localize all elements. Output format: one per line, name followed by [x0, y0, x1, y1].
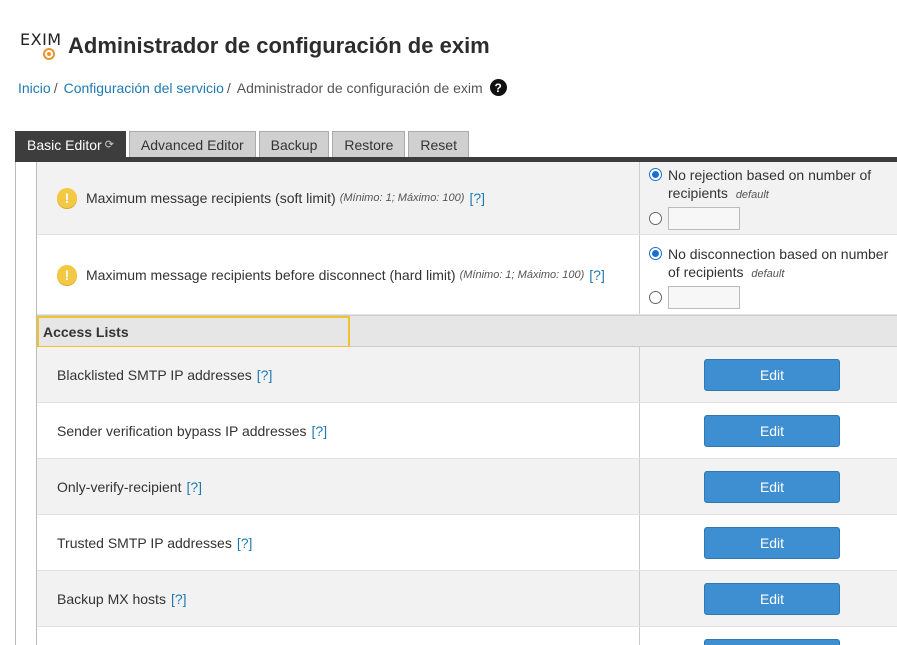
gear-icon	[43, 48, 55, 60]
access-list-value-cell	[640, 627, 897, 645]
edit-button[interactable]: Edit	[704, 527, 840, 559]
tab-advanced-editor[interactable]: Advanced Editor	[128, 131, 256, 157]
tab-label: Backup	[270, 136, 318, 153]
access-list-value-cell: Edit	[640, 459, 897, 514]
breadcrumb: Inicio / Configuración del servicio / Ad…	[18, 79, 507, 96]
access-list-label: Only-verify-recipient	[57, 478, 182, 495]
tab-backup[interactable]: Backup	[258, 131, 330, 157]
help-link[interactable]: [?]	[186, 479, 202, 495]
soft-limit-input[interactable]	[668, 207, 740, 230]
setting-value-cell: No disconnection based on number of reci…	[640, 235, 897, 314]
edit-button[interactable]: Edit	[704, 359, 840, 391]
tab-basic-editor[interactable]: Basic Editor ⟳	[15, 131, 126, 157]
setting-label-cell: ! Maximum message recipients before disc…	[37, 235, 640, 314]
access-list-label-cell: Only-verify-recipient [?]	[37, 459, 640, 514]
radio-option-custom[interactable]	[649, 286, 897, 309]
access-list-label-cell: Sender verification bypass IP addresses …	[37, 403, 640, 458]
help-link[interactable]: [?]	[469, 190, 485, 206]
access-list-row: Sender verification bypass IP addresses …	[37, 403, 897, 459]
tab-label: Advanced Editor	[140, 136, 244, 153]
access-list-row: Only-verify-recipient [?] Edit	[37, 459, 897, 515]
radio-button[interactable]	[649, 291, 662, 304]
radio-option-label: No rejection based on number of recipien…	[668, 167, 872, 201]
access-list-value-cell: Edit	[640, 347, 897, 402]
default-tag: default	[735, 189, 769, 201]
setting-label: Maximum message recipients before discon…	[86, 266, 456, 283]
tab-restore[interactable]: Restore	[332, 131, 406, 157]
default-tag: default	[751, 268, 785, 280]
radio-option-default[interactable]: No rejection based on number of recipien…	[649, 166, 897, 204]
breadcrumb-separator: /	[53, 79, 58, 96]
help-link[interactable]: [?]	[171, 591, 187, 607]
edit-button[interactable]: Edit	[704, 583, 840, 615]
section-title: Access Lists	[37, 316, 350, 348]
setting-row-soft-limit: ! Maximum message recipients (soft limit…	[37, 162, 897, 235]
setting-minmax: (Mínimo: 1; Máximo: 100)	[459, 268, 585, 281]
access-list-value-cell: Edit	[640, 515, 897, 570]
exim-logo: EXIM	[18, 28, 61, 64]
radio-button-checked[interactable]	[649, 247, 662, 260]
help-icon[interactable]: ?	[489, 79, 507, 96]
setting-label-cell: ! Maximum message recipients (soft limit…	[37, 162, 640, 234]
content-left-gutter	[15, 162, 37, 645]
page-title: Administrador de configuración de exim	[68, 33, 490, 58]
help-link[interactable]: [?]	[257, 367, 273, 383]
access-list-label: Backup MX hosts	[57, 590, 166, 607]
section-header-access-lists: Access Lists	[37, 315, 897, 348]
breadcrumb-separator: /	[226, 79, 231, 96]
access-list-row: Backup MX hosts [?] Edit	[37, 571, 897, 627]
setting-label: Maximum message recipients (soft limit)	[86, 190, 336, 206]
radio-option-default[interactable]: No disconnection based on number of reci…	[649, 245, 897, 283]
edit-button[interactable]: Edit	[704, 415, 840, 447]
breadcrumb-service-config[interactable]: Configuración del servicio	[64, 80, 224, 96]
editor-content: ! Maximum message recipients (soft limit…	[15, 162, 897, 645]
access-list-label-cell	[37, 627, 640, 645]
help-link[interactable]: [?]	[237, 535, 253, 551]
help-link[interactable]: [?]	[589, 267, 605, 283]
tab-label: Reset	[420, 136, 457, 153]
access-list-label-cell: Backup MX hosts [?]	[37, 571, 640, 626]
tab-reset[interactable]: Reset	[408, 131, 469, 157]
access-list-label: Sender verification bypass IP addresses	[57, 422, 307, 439]
edit-button[interactable]: Edit	[704, 471, 840, 503]
access-list-row: Trusted SMTP IP addresses [?] Edit	[37, 515, 897, 571]
warning-icon: !	[57, 264, 77, 285]
logo-text: EXIM	[20, 30, 62, 49]
warning-icon: !	[57, 188, 77, 208]
help-link[interactable]: [?]	[312, 423, 328, 439]
breadcrumb-current: Administrador de configuración de exim	[236, 79, 483, 96]
setting-minmax: (Mínimo: 1; Máximo: 100)	[339, 192, 465, 204]
radio-option-custom[interactable]	[649, 207, 897, 230]
hard-limit-input[interactable]	[668, 286, 740, 309]
tab-label: Basic Editor	[27, 136, 102, 153]
page-header: EXIM Administrador de configuración de e…	[18, 26, 490, 66]
access-list-row-partial	[37, 627, 897, 645]
refresh-icon: ⟳	[104, 139, 114, 151]
access-list-label: Blacklisted SMTP IP addresses	[57, 366, 252, 383]
access-list-label-cell: Trusted SMTP IP addresses [?]	[37, 515, 640, 570]
editor-tabs: Basic Editor ⟳ Advanced Editor Backup Re…	[15, 131, 472, 157]
access-list-value-cell: Edit	[640, 403, 897, 458]
setting-row-hard-limit: ! Maximum message recipients before disc…	[37, 235, 897, 315]
access-list-value-cell: Edit	[640, 571, 897, 626]
edit-button-partial[interactable]	[704, 639, 840, 645]
access-list-label-cell: Blacklisted SMTP IP addresses [?]	[37, 347, 640, 402]
setting-value-cell: No rejection based on number of recipien…	[640, 162, 897, 234]
radio-button[interactable]	[649, 212, 662, 225]
tab-label: Restore	[344, 136, 394, 153]
access-list-label: Trusted SMTP IP addresses	[57, 534, 232, 551]
breadcrumb-home[interactable]: Inicio	[18, 80, 51, 96]
access-list-row: Blacklisted SMTP IP addresses [?] Edit	[37, 347, 897, 403]
radio-button-checked[interactable]	[649, 168, 662, 181]
